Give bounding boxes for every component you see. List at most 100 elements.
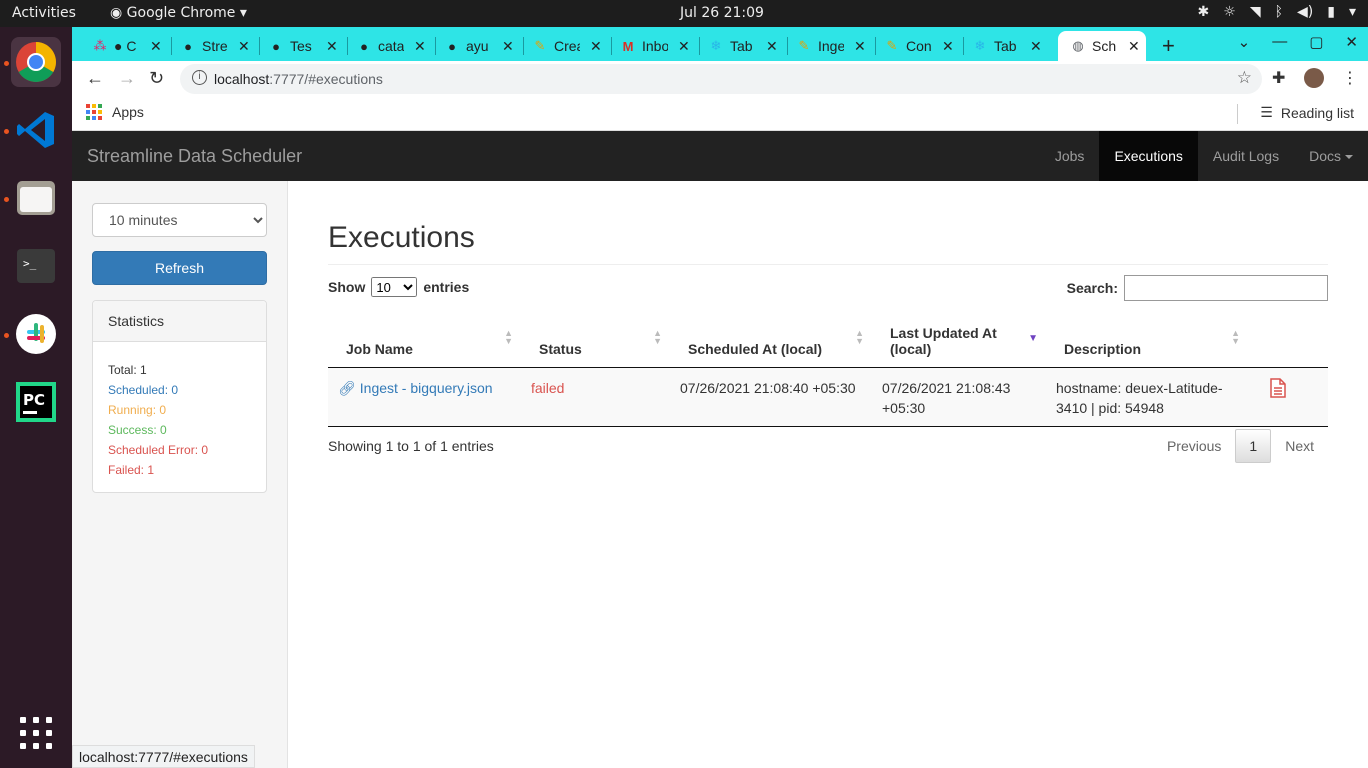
- bookmark-star-icon[interactable]: ☆: [1237, 68, 1252, 88]
- browser-toolbar: ← → ↻ i localhost:7777/#executions ☆ ✚ ⋮: [72, 61, 1368, 97]
- activities-button[interactable]: Activities: [12, 5, 76, 21]
- executions-table: Job Name ▲ ▼ Status ▲ ▼ Scheduled At (local)…: [328, 311, 1328, 427]
- nav-audit-logs[interactable]: Audit Logs: [1198, 131, 1294, 181]
- reading-list-button[interactable]: ☰ Reading list: [1260, 104, 1354, 121]
- browser-tab[interactable]: M Inbo ✕: [608, 31, 696, 61]
- slack-tray-icon[interactable]: ✱: [1198, 4, 1210, 20]
- vscode-icon[interactable]: [11, 105, 61, 155]
- column-header-description[interactable]: Description ▲ ▼: [1046, 311, 1248, 368]
- back-icon[interactable]: ←: [86, 68, 104, 89]
- sidebar: 10 minutes Refresh Statistics Total: 1 S…: [72, 181, 288, 768]
- link-icon: 🔗︎: [338, 379, 356, 396]
- browser-tab[interactable]: ● Stre ✕: [168, 31, 256, 61]
- extensions-icon[interactable]: ✚: [1272, 68, 1285, 88]
- files-icon[interactable]: [11, 173, 61, 223]
- sort-icon: ▲ ▼: [855, 328, 864, 346]
- cell-description: hostname: deuex-Latitude-3410 | pid: 549…: [1046, 367, 1248, 427]
- system-tray[interactable]: ✱ ☼ ◥ ᛒ ◀) ▮ ▾: [1198, 4, 1356, 20]
- close-tab-icon[interactable]: ✕: [766, 38, 778, 55]
- pycharm-icon[interactable]: PC: [11, 377, 61, 427]
- app-menu[interactable]: ◉ Google Chrome ▾: [110, 5, 247, 21]
- page-title: Executions: [328, 221, 475, 254]
- column-header-status[interactable]: Status ▲ ▼: [521, 311, 670, 368]
- browser-tab[interactable]: ❄ Tab ✕: [960, 31, 1048, 61]
- close-tab-icon[interactable]: ✕: [150, 38, 162, 55]
- brightness-icon[interactable]: ☼: [1223, 4, 1236, 20]
- browser-tab[interactable]: ⁂ ● C ✕: [80, 31, 168, 61]
- close-tab-icon[interactable]: ✕: [414, 38, 426, 55]
- close-tab-icon[interactable]: ✕: [1030, 38, 1042, 55]
- reload-icon[interactable]: ↻: [149, 68, 164, 89]
- menu-icon[interactable]: ⋮: [1342, 68, 1358, 88]
- refresh-button[interactable]: Refresh: [92, 251, 267, 285]
- close-tab-icon[interactable]: ✕: [942, 38, 954, 55]
- refresh-interval-select[interactable]: 10 minutes: [92, 203, 267, 237]
- close-tab-icon[interactable]: ✕: [326, 38, 338, 55]
- browser-tab[interactable]: ✎ Crea ✕: [520, 31, 608, 61]
- browser-tab-active[interactable]: ◍ Sch ✕: [1058, 31, 1146, 61]
- nav-jobs[interactable]: Jobs: [1040, 131, 1100, 181]
- power-menu-icon[interactable]: ▾: [1349, 4, 1356, 20]
- page-1-button[interactable]: 1: [1235, 429, 1272, 463]
- apps-bookmark[interactable]: Apps: [86, 104, 144, 120]
- entries-per-page-select[interactable]: 10: [371, 277, 418, 297]
- system-top-bar: Activities ◉ Google Chrome ▾ Jul 26 21:0…: [0, 0, 1368, 27]
- tab-label: ayu: [466, 38, 489, 54]
- next-page-button[interactable]: Next: [1271, 430, 1328, 462]
- github-icon: ●: [272, 38, 280, 54]
- maximize-icon[interactable]: ▢: [1309, 33, 1323, 51]
- volume-icon[interactable]: ◀): [1297, 4, 1313, 20]
- caret-down-icon: ▾: [239, 5, 247, 21]
- info-icon[interactable]: i: [192, 70, 207, 85]
- browser-tab[interactable]: ✎ Con ✕: [872, 31, 960, 61]
- browser-tab[interactable]: ● cata ✕: [344, 31, 432, 61]
- previous-page-button[interactable]: Previous: [1153, 430, 1235, 462]
- column-header-updated-at[interactable]: Last Updated At (local) ▼: [872, 311, 1046, 368]
- nav-executions[interactable]: Executions: [1099, 131, 1198, 181]
- battery-icon[interactable]: ▮: [1327, 4, 1335, 20]
- close-tab-icon[interactable]: ✕: [678, 38, 690, 55]
- terminal-icon[interactable]: >_: [11, 241, 61, 291]
- chrome-icon[interactable]: [11, 37, 61, 87]
- clock[interactable]: Jul 26 21:09: [680, 5, 764, 21]
- column-header-scheduled-at[interactable]: Scheduled At (local) ▲ ▼: [670, 311, 872, 368]
- tab-search-icon[interactable]: ⌄: [1238, 33, 1251, 51]
- avatar[interactable]: [1304, 68, 1324, 88]
- browser-tab[interactable]: ● Tes ✕: [256, 31, 344, 61]
- show-applications-icon[interactable]: [20, 717, 52, 749]
- job-link[interactable]: 🔗︎ Ingest - bigquery.json: [338, 378, 511, 398]
- browser-tab[interactable]: ● ayu ✕: [432, 31, 520, 61]
- close-tab-icon[interactable]: ✕: [854, 38, 866, 55]
- new-tab-button[interactable]: +: [1158, 31, 1188, 61]
- entries-label: entries: [423, 279, 470, 295]
- close-tab-icon[interactable]: ✕: [502, 38, 514, 55]
- close-tab-icon[interactable]: ✕: [590, 38, 602, 55]
- github-icon: ●: [448, 38, 456, 54]
- close-tab-icon[interactable]: ✕: [1128, 38, 1140, 55]
- snowflake-icon: ❄: [710, 38, 722, 53]
- app-brand[interactable]: Streamline Data Scheduler: [87, 146, 302, 167]
- url-text[interactable]: localhost:7777/#executions: [214, 71, 383, 87]
- bluetooth-icon[interactable]: ᛒ: [1275, 4, 1283, 20]
- tab-label: Tab: [730, 38, 753, 54]
- pencil-icon: ✎: [534, 38, 546, 53]
- tab-label: Sch: [1092, 38, 1117, 54]
- minimize-icon[interactable]: —: [1272, 33, 1287, 51]
- log-file-icon[interactable]: [1270, 377, 1286, 398]
- wifi-icon[interactable]: ◥: [1250, 4, 1261, 20]
- nav-docs[interactable]: Docs: [1294, 131, 1368, 181]
- stat-scheduled: Scheduled: 0: [108, 383, 179, 397]
- search-input[interactable]: [1124, 275, 1328, 301]
- close-window-icon[interactable]: ✕: [1345, 33, 1358, 51]
- dock: >_ PC: [0, 27, 72, 768]
- address-bar[interactable]: i localhost:7777/#executions ☆: [180, 64, 1262, 94]
- search-label: Search:: [1066, 280, 1118, 296]
- stat-scheduled-error: Scheduled Error: 0: [108, 443, 209, 457]
- column-header-job-name[interactable]: Job Name ▲ ▼: [328, 311, 521, 368]
- close-tab-icon[interactable]: ✕: [238, 38, 250, 55]
- forward-icon[interactable]: →: [118, 68, 136, 89]
- tab-label: cata: [378, 38, 404, 54]
- slack-icon[interactable]: [11, 309, 61, 359]
- browser-tab[interactable]: ✎ Inge ✕: [784, 31, 872, 61]
- browser-tab[interactable]: ❄ Tab ✕: [696, 31, 784, 61]
